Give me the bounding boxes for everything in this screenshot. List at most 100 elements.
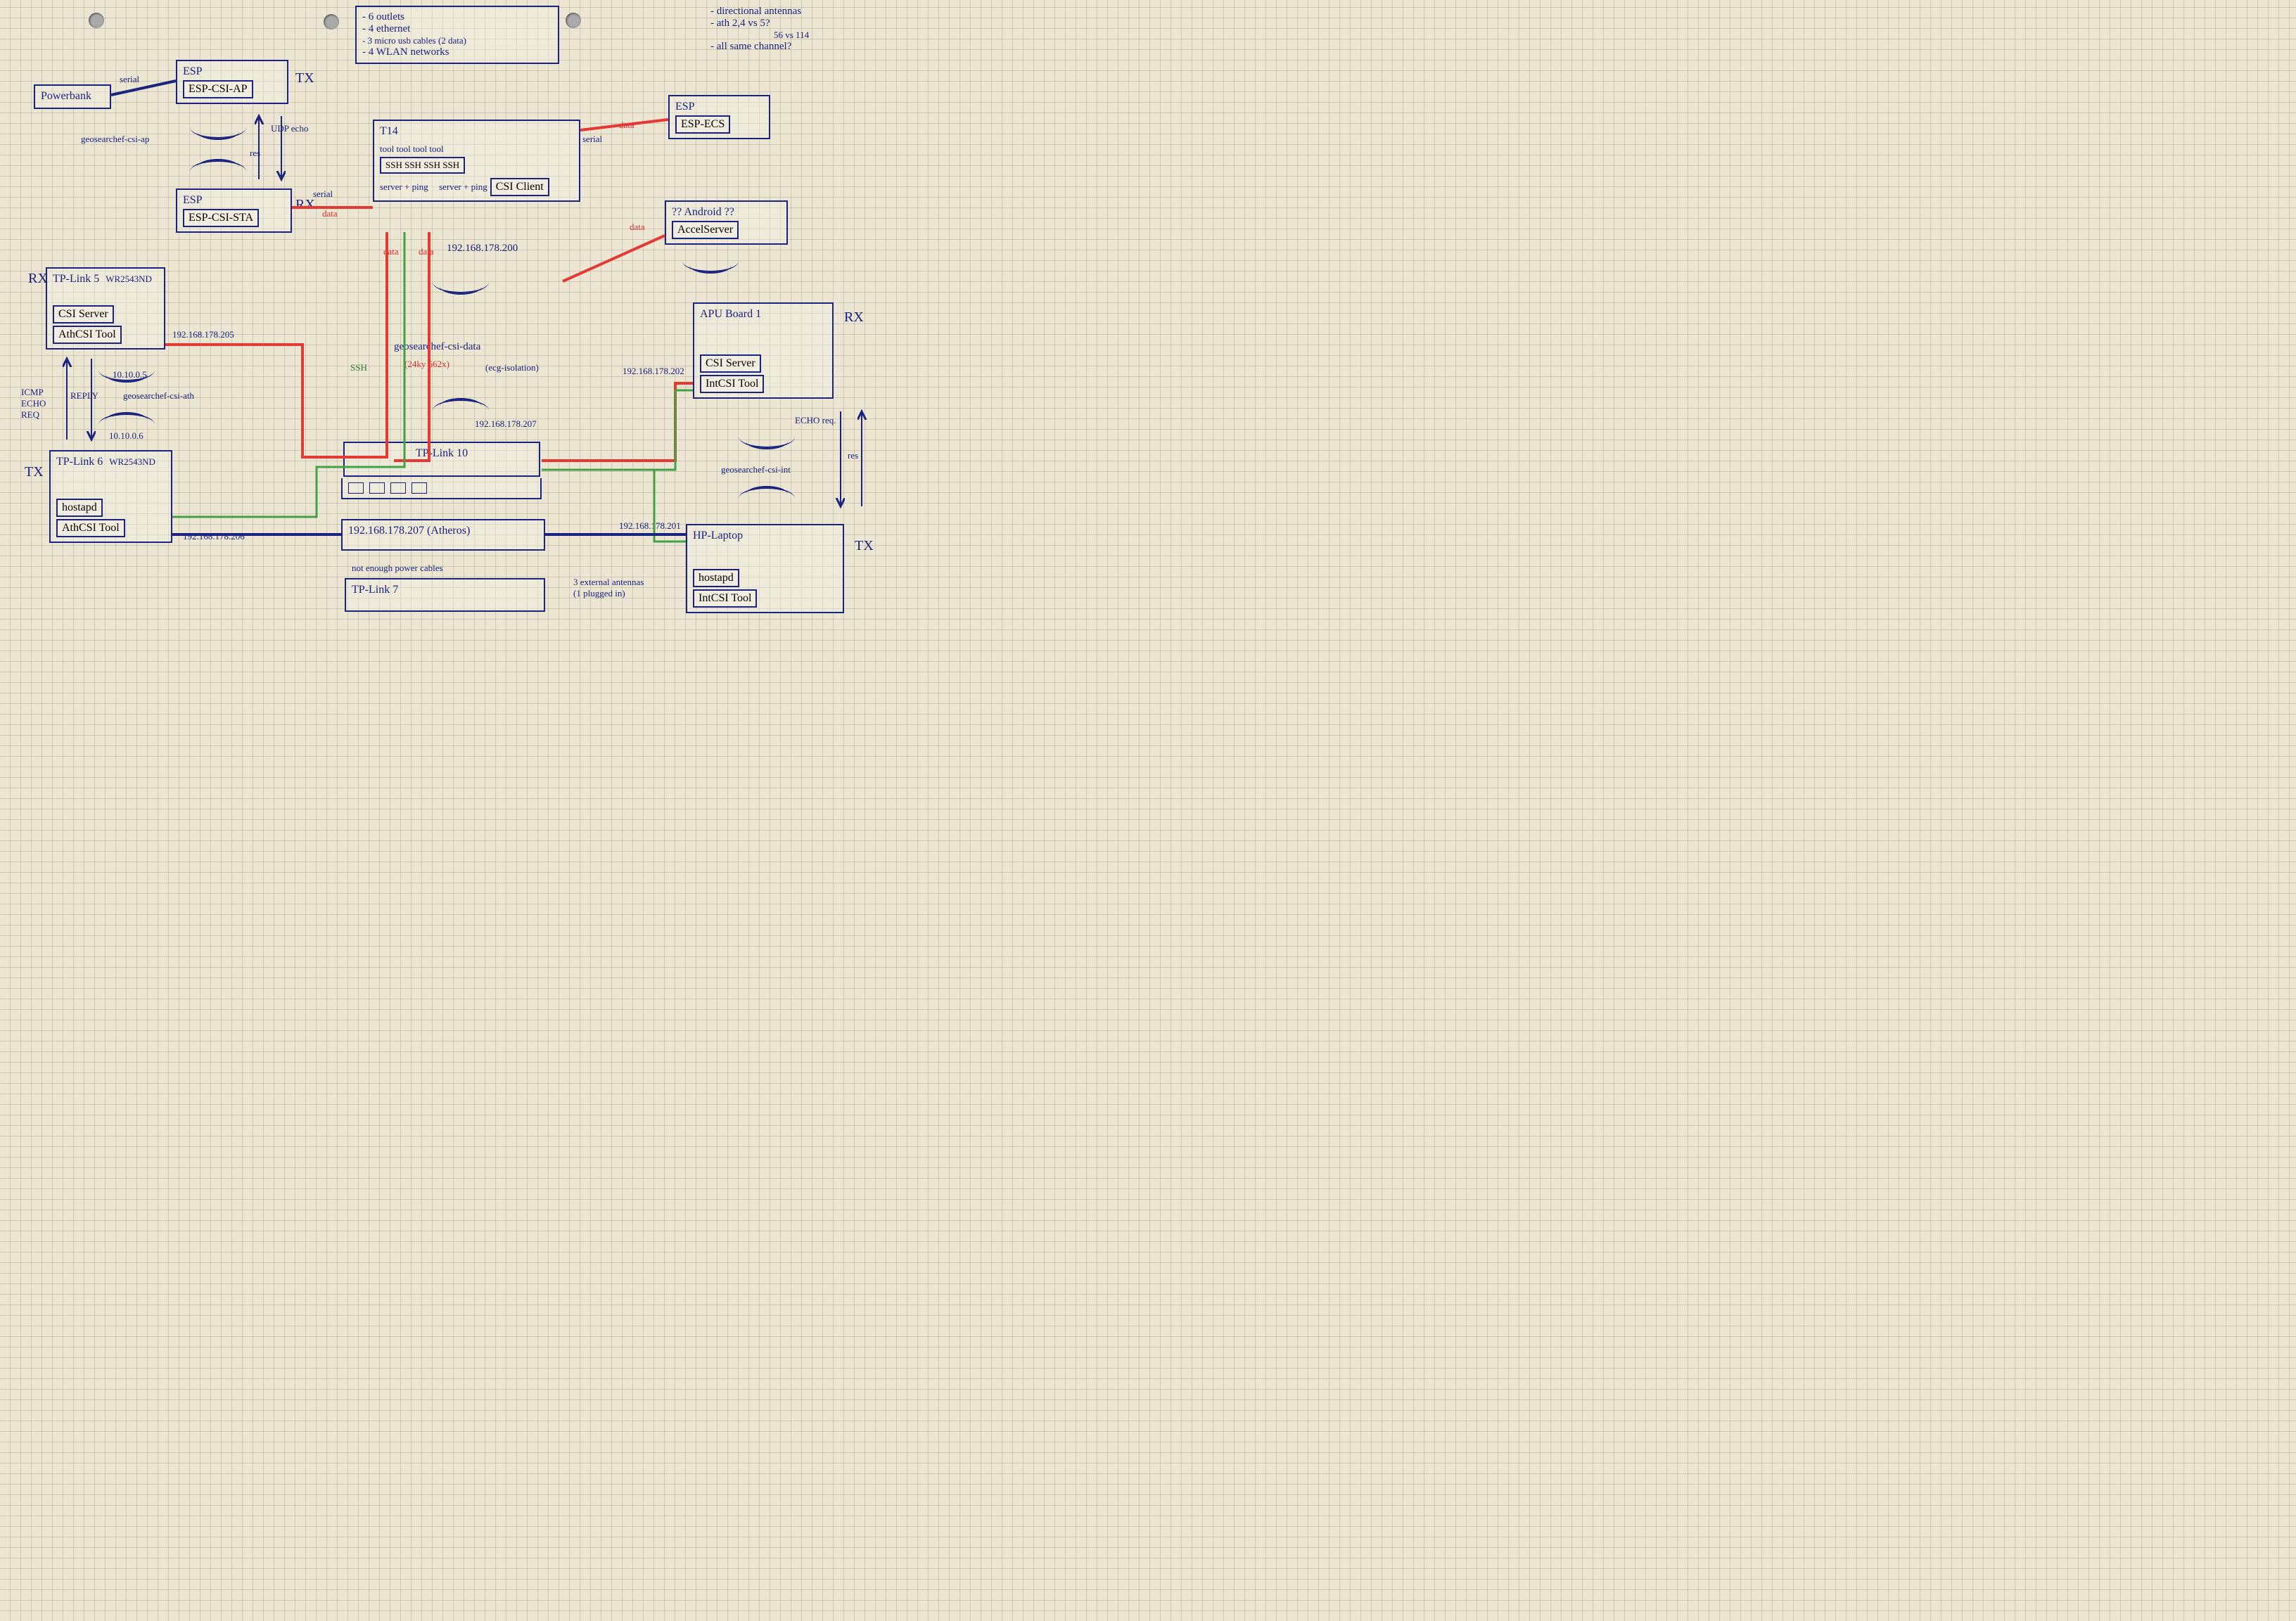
wifi-data-isolation: (ecg-isolation) <box>485 362 539 373</box>
wifi-data-icon <box>419 271 503 302</box>
wifi-int-icon2 <box>739 478 795 510</box>
wifi-data-ssid: geosearchef-csi-data <box>394 341 480 353</box>
android-data: data <box>630 222 645 233</box>
wifi-ath-proto1: ICMP ECHO REQ <box>21 387 60 421</box>
q3: - all same channel? <box>710 41 809 53</box>
atheros-label: (Atheros) <box>427 525 470 537</box>
wifi-data-icon2 <box>419 390 503 422</box>
wifi-esp-res: res <box>250 148 260 159</box>
tplink10-box: TP-Link 10 <box>343 442 540 477</box>
req-3: - 3 micro usb cables (2 data) <box>362 35 552 46</box>
apu-role: RX <box>844 309 864 326</box>
esp-ecs-module: ESP-ECS <box>675 115 730 134</box>
esp-ecs-name: ESP <box>675 101 763 113</box>
tplink5-box: TP-Link 5 WR2543ND CSI Server AthCSI Too… <box>46 267 165 350</box>
hp-role: TX <box>855 538 874 554</box>
esp-ecs-box: ESP ESP-ECS <box>668 95 770 139</box>
android-box: ?? Android ?? AccelServer <box>665 200 788 245</box>
tplink6-box: TP-Link 6 WR2543ND hostapd AthCSI Tool <box>49 450 172 543</box>
tplink5-model: WR2543ND <box>106 274 152 284</box>
apu-name: APU Board 1 <box>700 308 827 321</box>
wifi-esp-proto: UDP echo <box>271 123 308 134</box>
esp-rx-serial: serial <box>313 188 333 200</box>
hp-svc2: IntCSI Tool <box>693 589 757 608</box>
apu-res: res <box>848 450 858 461</box>
wifi-data-note: (24ky 662x) <box>404 359 449 370</box>
esp-rx-data: data <box>322 208 338 219</box>
tplink7-antennas: 3 external antennas (1 plugged in) <box>573 577 651 599</box>
apu-svc2: IntCSI Tool <box>700 375 764 393</box>
t14-tools-header: tool tool tool tool <box>380 143 573 155</box>
hp-ip: 192.168.178.201 <box>619 520 686 532</box>
t14-ssh-row: SSH SSH SSH SSH <box>380 157 465 174</box>
tplink6-model: WR2543ND <box>109 456 155 467</box>
wifi-ath-icon <box>98 359 155 390</box>
esp-tx-name: ESP <box>183 65 281 78</box>
powerbank-box: Powerbank <box>34 84 111 109</box>
esp-tx-module: ESP-CSI-AP <box>183 80 253 98</box>
tplink6-ip-wifi: 10.10.0.6 <box>109 430 144 442</box>
esp-rx-name: ESP <box>183 194 285 207</box>
esp-rx-role: RX <box>295 197 315 213</box>
wifi-data-router-ip: 192.168.178.207 <box>475 418 537 430</box>
req-1: - 6 outlets <box>362 11 552 23</box>
wifi-ath-proto2: REPLY <box>70 390 98 402</box>
apu-box: APU Board 1 CSI Server IntCSI Tool <box>693 302 834 399</box>
atheros-box: 192.168.178.207 (Atheros) <box>341 519 545 551</box>
switch-ports <box>341 478 542 499</box>
wifi-int-ssid: geosearchef-csi-int <box>721 464 791 475</box>
requirements-box: - 6 outlets - 4 ethernet - 3 micro usb c… <box>355 6 559 64</box>
tplink6-ip-eth: 192.168.178.206 <box>183 531 245 542</box>
tplink6-svc2: AthCSI Tool <box>56 519 125 537</box>
esp-rx-box: ESP ESP-CSI-STA <box>176 188 292 233</box>
wifi-esp-icon <box>190 116 246 148</box>
t14-box: T14 tool tool tool tool SSH SSH SSH SSH … <box>373 120 580 202</box>
esp-ecs-data: data <box>619 120 634 131</box>
t14-ip: 192.168.178.200 <box>447 243 518 255</box>
t14-data1: data <box>383 246 399 257</box>
t14-serverping: server + ping <box>380 181 436 193</box>
tplink10-name: TP-Link 10 <box>350 447 533 460</box>
hp-name: HP-Laptop <box>693 530 837 542</box>
android-name: ?? Android ?? <box>672 206 781 219</box>
q2b: 56 vs 114 <box>774 30 809 41</box>
wifi-int-icon <box>739 425 795 457</box>
esp-tx-box: ESP ESP-CSI-AP <box>176 60 288 104</box>
tplink7-note: not enough power cables <box>352 563 443 574</box>
powerbank-label: Powerbank <box>41 90 91 102</box>
atheros-ip: 192.168.178.207 <box>348 525 424 537</box>
apu-echo: ECHO req. <box>795 415 837 426</box>
tplink7-box: TP-Link 7 <box>345 578 545 612</box>
t14-data2: data <box>419 246 434 257</box>
powerbank-serial: serial <box>120 74 139 85</box>
tplink5-ip-eth: 192.168.178.205 <box>172 329 234 340</box>
req-2: - 4 ethernet <box>362 23 552 35</box>
tplink6-role: TX <box>25 464 44 480</box>
q2: - ath 2,4 vs 5? <box>710 18 809 30</box>
apu-svc1: CSI Server <box>700 354 761 373</box>
android-module: AccelServer <box>672 221 739 239</box>
wifi-esp-icon2 <box>190 151 246 183</box>
hp-box: HP-Laptop hostapd IntCSI Tool <box>686 524 844 613</box>
wifi-ath-ssid: geosearchef-csi-ath <box>123 390 194 402</box>
wifi-esp-ssid: geosearchef-csi-ap <box>81 134 149 145</box>
apu-ip: 192.168.178.202 <box>623 366 686 377</box>
esp-tx-role: TX <box>295 70 314 87</box>
tplink5-svc2: AthCSI Tool <box>53 326 122 344</box>
t14-serverping2: server + ping <box>439 181 487 193</box>
tplink6-svc1: hostapd <box>56 499 103 517</box>
ssh-label: SSH <box>350 362 367 373</box>
tplink5-role: RX <box>28 271 48 287</box>
esp-rx-module: ESP-CSI-STA <box>183 209 259 227</box>
t14-serial: serial <box>582 134 602 145</box>
q1: - directional antennas <box>710 6 809 18</box>
questions-notes: - directional antennas - ath 2,4 vs 5? 5… <box>710 6 809 53</box>
t14-client: CSI Client <box>490 178 549 196</box>
tplink5-name: TP-Link 5 <box>53 273 99 285</box>
tplink5-svc1: CSI Server <box>53 305 114 323</box>
req-4: - 4 WLAN networks <box>362 46 552 58</box>
wifi-android-icon <box>682 250 739 281</box>
t14-name: T14 <box>380 125 573 138</box>
tplink6-name: TP-Link 6 <box>56 456 103 468</box>
hp-svc1: hostapd <box>693 569 739 587</box>
